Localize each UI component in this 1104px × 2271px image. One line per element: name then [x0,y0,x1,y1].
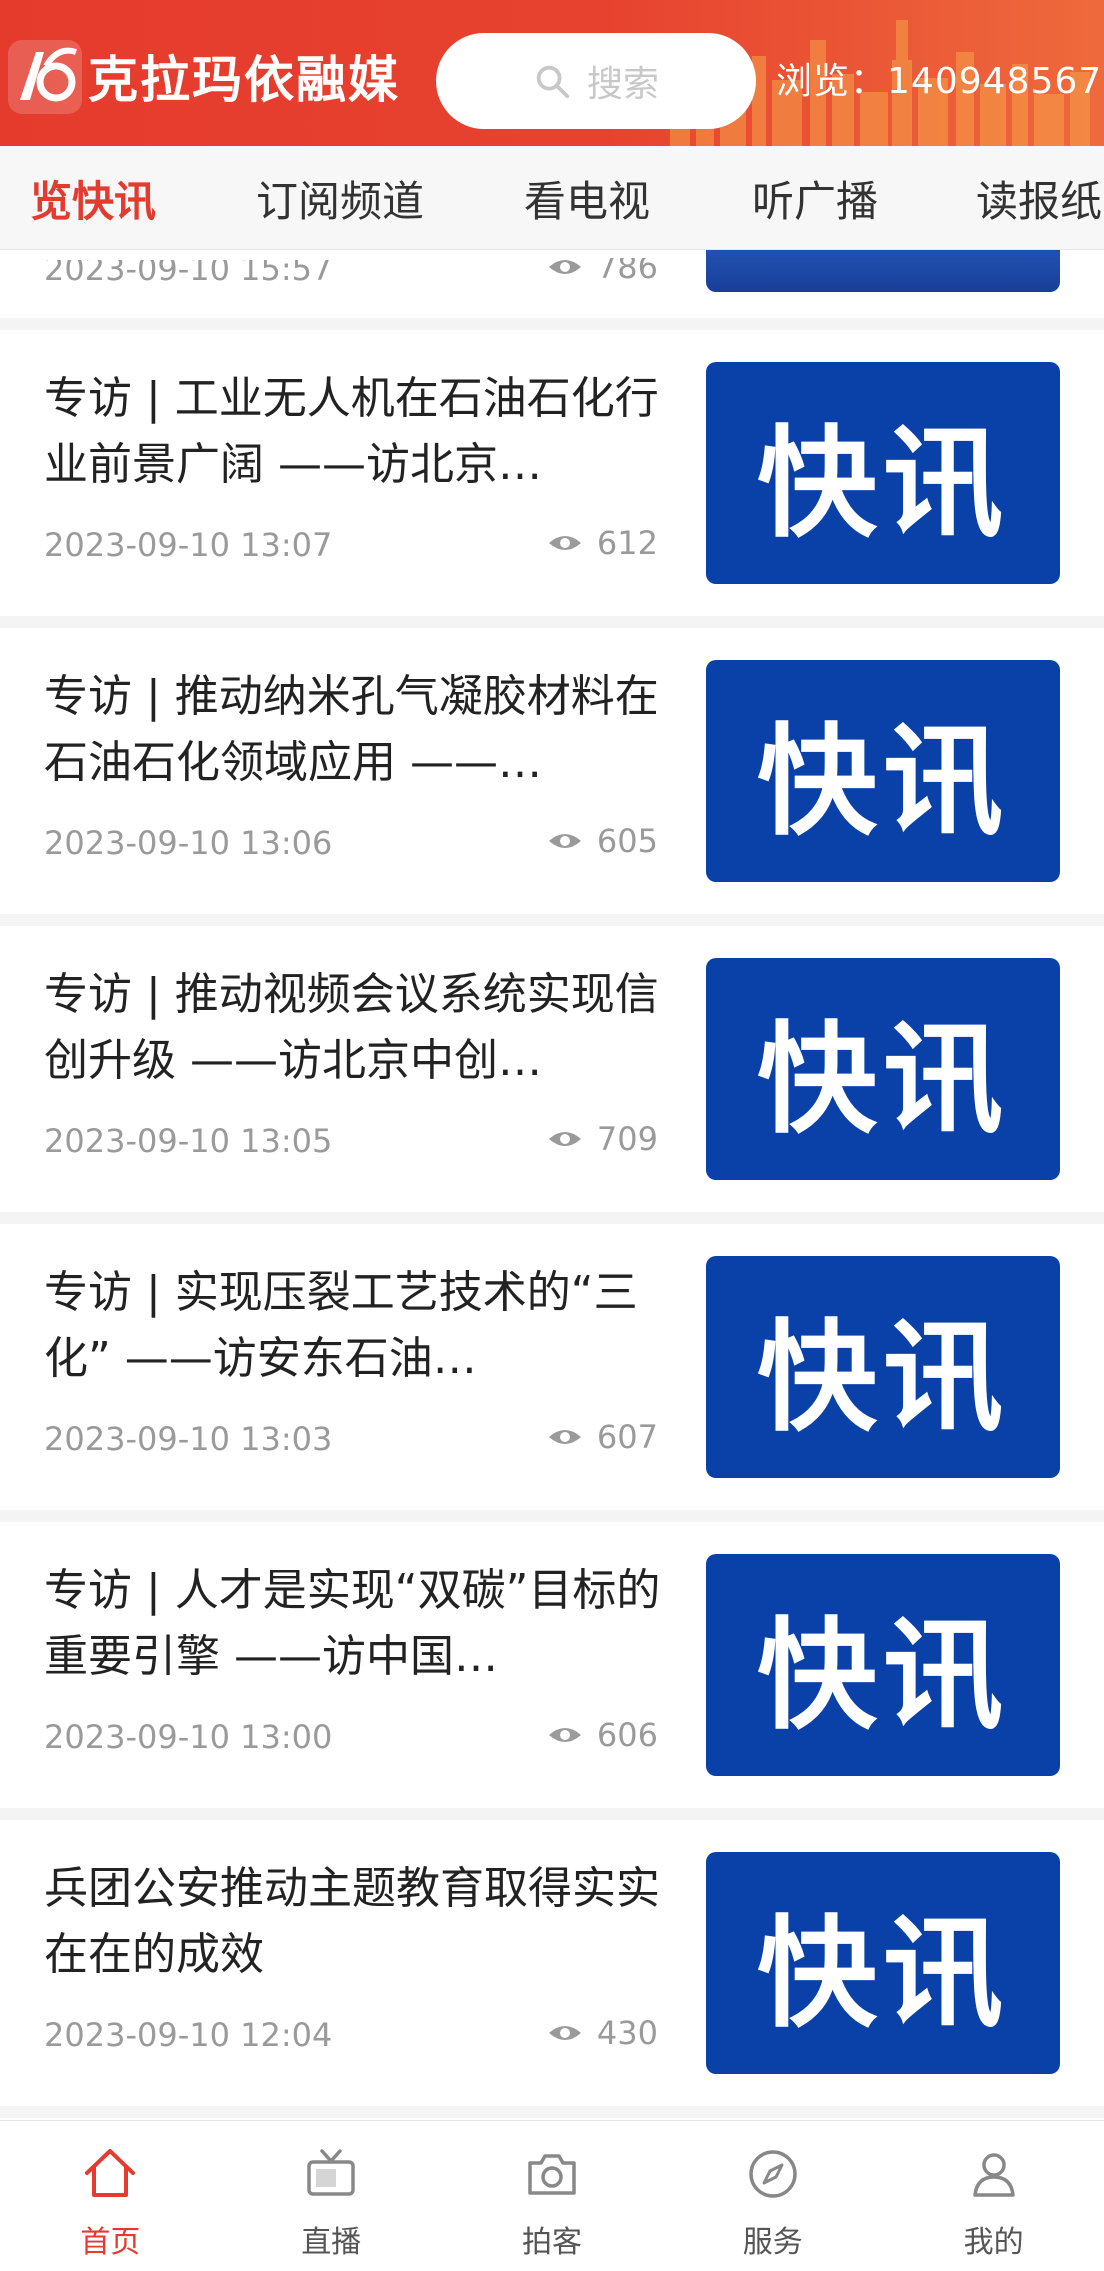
list-item[interactable]: 专访 | 工业无人机在石油石化行业前景广阔 ——访北京… 2023-09-10 … [0,330,1104,628]
nav-label: 首页 [80,2225,141,2260]
article-views: 709 [547,1120,658,1158]
tab-watch-tv[interactable]: 看电视 [524,168,650,229]
article-views: 430 [547,2014,658,2052]
views-count: 140948567 [887,61,1103,102]
thumbnail-text: 快讯 [757,1607,1009,1746]
nav-label: 我的 [963,2225,1024,2260]
views-label: 浏览： [776,61,888,102]
views-count: 709 [596,1120,658,1158]
thumbnail-text: 快讯 [757,1905,1009,2044]
tab-subscribe-channels[interactable]: 订阅频道 [256,168,424,229]
article-date: 2023-09-10 13:00 [44,1718,333,1756]
article-date: 2023-09-10 13:03 [44,1420,333,1458]
search-icon [536,65,570,99]
article-thumbnail [706,250,1060,292]
nav-label: 服务 [742,2225,803,2260]
eye-icon [548,834,581,848]
bottom-navigation: 首页 直播 拍客 服务 我的 [0,2120,1104,2271]
news-list: 2023-09-10 15:57 786 专访 | 工业无人机在石油石化行业前景… [0,250,1104,2120]
app-header: 克拉玛依融媒 搜索 浏览：140948567 [0,0,1104,146]
list-item-partial[interactable]: 2023-09-10 15:57 786 [0,250,1104,330]
nav-photo[interactable]: 拍客 [442,2121,663,2271]
article-date: 2023-09-10 13:06 [44,824,333,862]
article-thumbnail: 快讯 [706,362,1060,584]
tab-news-flash[interactable]: 览快讯 [30,168,156,229]
article-title: 专访 | 推动纳米孔气凝胶材料在石油石化领域应用 ——… [44,671,659,788]
eye-icon [548,1430,581,1444]
article-thumbnail: 快讯 [706,958,1060,1180]
article-date: 2023-09-10 12:04 [44,2016,333,2054]
article-views: 605 [547,822,658,860]
article-views: 786 [547,250,658,286]
list-item[interactable]: 专访 | 实现压裂工艺技术的“三化” ——访安东石油… 2023-09-10 1… [0,1224,1104,1522]
eye-icon [548,536,581,550]
brand-logo-icon [8,40,82,114]
article-thumbnail: 快讯 [706,1554,1060,1776]
views-count: 606 [596,1716,658,1754]
article-title: 兵团公安推动主题教育取得实实在在的成效 [44,1863,660,1980]
article-title: 专访 | 工业无人机在石油石化行业前景广阔 ——访北京… [44,373,659,490]
tab-listen-radio[interactable]: 听广播 [752,168,878,229]
article-thumbnail: 快讯 [706,660,1060,882]
eye-icon [548,1728,581,1742]
channel-tabs: 览快讯 订阅频道 看电视 听广播 读报纸 [0,146,1104,250]
thumbnail-text: 快讯 [757,1011,1009,1150]
list-item[interactable]: 兵团公安推动主题教育取得实实在在的成效 2023-09-10 12:04 430… [0,1820,1104,2118]
camera-icon [528,2154,576,2195]
views-count: 612 [596,524,658,562]
nav-live[interactable]: 直播 [221,2121,442,2271]
user-icon [972,2153,1015,2197]
thumbnail-text: 快讯 [757,1309,1009,1448]
nav-services[interactable]: 服务 [662,2121,883,2271]
home-icon [85,2149,136,2197]
views-count: 786 [596,250,658,286]
eye-icon [548,260,581,274]
list-item[interactable]: 专访 | 推动纳米孔气凝胶材料在石油石化领域应用 ——… 2023-09-10 … [0,628,1104,926]
thumbnail-text: 快讯 [757,415,1009,554]
nav-home[interactable]: 首页 [0,2121,221,2271]
search-placeholder: 搜索 [586,64,659,105]
views-count: 605 [596,822,658,860]
eye-icon [548,2026,581,2040]
article-date: 2023-09-10 13:05 [44,1122,333,1160]
article-date: 2023-09-10 13:07 [44,526,333,564]
thumbnail-text: 快讯 [757,713,1009,852]
views-count: 607 [596,1418,658,1456]
brand-name: 克拉玛依融媒 [88,51,400,109]
article-thumbnail: 快讯 [706,1256,1060,1478]
article-date: 2023-09-10 15:57 [44,250,333,288]
compass-icon [749,2150,797,2198]
article-thumbnail: 快讯 [706,1852,1060,2074]
nav-label: 拍客 [521,2225,582,2260]
nav-profile[interactable]: 我的 [883,2121,1104,2271]
views-count: 430 [596,2014,658,2052]
tv-icon [307,2149,355,2196]
tab-read-newspaper[interactable]: 读报纸 [976,168,1102,229]
list-item[interactable]: 专访 | 推动视频会议系统实现信创升级 ——访北京中创… 2023-09-10 … [0,926,1104,1224]
article-title: 专访 | 实现压裂工艺技术的“三化” ——访安东石油… [44,1267,638,1384]
nav-label: 直播 [301,2225,362,2260]
list-item[interactable]: 专访 | 人才是实现“双碳”目标的重要引擎 ——访中国… 2023-09-10 … [0,1522,1104,1820]
article-views: 607 [547,1418,658,1456]
total-views: 浏览：140948567 [776,52,1102,104]
article-views: 612 [547,524,658,562]
search-box[interactable]: 搜索 [436,33,756,129]
article-title: 专访 | 人才是实现“双碳”目标的重要引擎 ——访中国… [44,1565,661,1682]
eye-icon [548,1132,581,1146]
article-title: 专访 | 推动视频会议系统实现信创升级 ——访北京中创… [44,969,659,1086]
article-views: 606 [547,1716,658,1754]
